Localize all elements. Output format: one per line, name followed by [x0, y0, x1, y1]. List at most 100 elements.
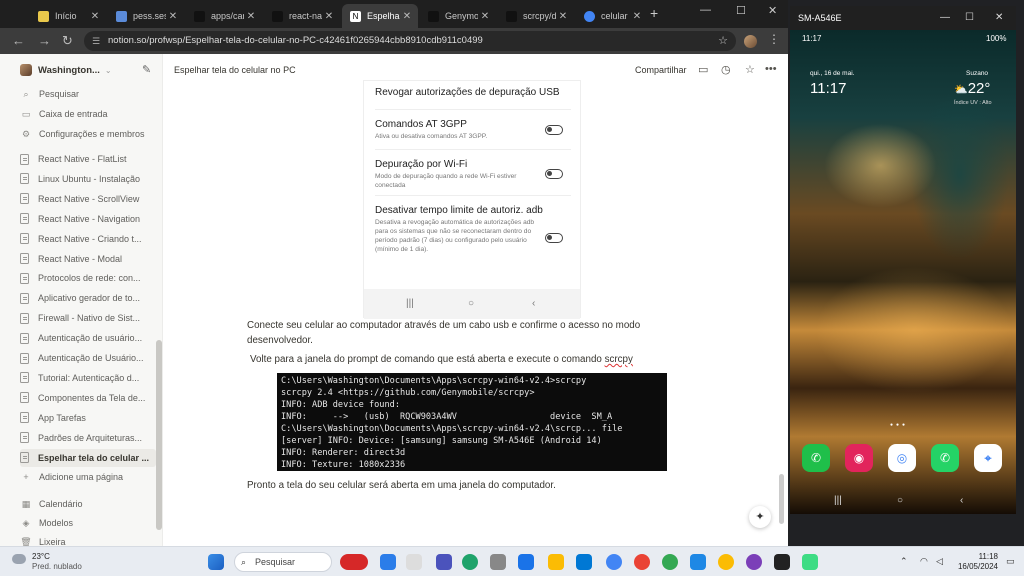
sidebar-page-item[interactable]: Linux Ubuntu - Instalação	[20, 170, 156, 188]
recents-icon[interactable]: |||	[834, 495, 842, 506]
chrome-profile-icon[interactable]	[718, 554, 734, 570]
promo-badge-icon[interactable]	[340, 554, 368, 570]
mail-icon[interactable]	[518, 554, 534, 570]
sidebar-scrollbar[interactable]	[156, 340, 162, 530]
chrome-app-icon[interactable]: ◎	[888, 444, 916, 472]
favorite-star-icon[interactable]: ☆	[745, 63, 755, 76]
back-icon[interactable]: ‹	[960, 495, 963, 506]
phone-lockscreen[interactable]: 11:17 100% qui., 16 de mai. 11:17 Suzano…	[790, 30, 1016, 514]
site-info-icon[interactable]: ☰	[92, 31, 100, 51]
chevron-up-icon[interactable]: ⌃	[900, 556, 908, 567]
whatsapp-app-icon[interactable]: ✆	[931, 444, 959, 472]
sidebar-page-item[interactable]: Aplicativo gerador de to...	[20, 289, 156, 307]
comment-icon[interactable]: ▭	[698, 63, 708, 76]
edge-browser-icon[interactable]	[462, 554, 478, 570]
home-icon[interactable]: ○	[897, 495, 903, 506]
sidebar-page-item[interactable]: React Native - ScrollView	[20, 190, 156, 208]
reload-icon[interactable]: ↻	[62, 33, 73, 49]
chrome-icon[interactable]	[606, 554, 622, 570]
volume-icon[interactable]: ◁	[936, 556, 943, 567]
minimize-button[interactable]: —	[700, 4, 711, 16]
file-explorer-icon[interactable]	[380, 554, 396, 570]
minimize-button[interactable]: —	[940, 6, 950, 30]
add-page-button[interactable]: + Adicione uma página	[20, 468, 156, 486]
bookmark-star-icon[interactable]: ☆	[718, 31, 728, 51]
phone-app-icon[interactable]: ✆	[802, 444, 830, 472]
back-icon[interactable]: ←	[12, 33, 25, 48]
close-window-button[interactable]: ✕	[995, 6, 1003, 30]
android-icon[interactable]	[802, 554, 818, 570]
breadcrumb[interactable]: Espelhar tela do celular no PC	[174, 65, 296, 75]
camera-app-icon[interactable]: ◉	[845, 444, 873, 472]
workspace-switcher[interactable]: Washington... ⌄	[20, 64, 112, 76]
close-icon[interactable]: ✕	[400, 11, 414, 22]
chrome-profile-icon[interactable]	[662, 554, 678, 570]
vscode-icon[interactable]	[690, 554, 706, 570]
settings-icon[interactable]	[490, 554, 506, 570]
sidebar-page-item[interactable]: React Native - Criando t...	[20, 230, 156, 248]
tab-apps[interactable]: apps/can ✕	[186, 4, 262, 28]
maximize-button[interactable]: ☐	[965, 6, 974, 30]
terminal-icon[interactable]	[774, 554, 790, 570]
maps-app-icon[interactable]: ⌖	[974, 444, 1002, 472]
setting-title: Depuração por Wi-Fi	[375, 159, 468, 170]
close-icon[interactable]: ✕	[166, 11, 180, 22]
taskbar-search[interactable]: ⌕ Pesquisar	[234, 552, 332, 572]
sidebar-page-item[interactable]: React Native - FlatList	[20, 150, 156, 168]
sidebar-page-item[interactable]: Firewall - Nativo de Sist...	[20, 309, 156, 327]
tab-react[interactable]: react-nat ✕	[264, 4, 340, 28]
github-desktop-icon[interactable]	[746, 554, 762, 570]
taskbar-clock[interactable]: 11:18 16/05/2024	[952, 552, 998, 572]
tab-pess[interactable]: pess.ses ✕	[108, 4, 184, 28]
close-window-button[interactable]: ✕	[768, 4, 777, 17]
teams-icon[interactable]	[436, 554, 452, 570]
edge-icon[interactable]	[406, 554, 422, 570]
ai-assistant-icon[interactable]: ✦	[749, 506, 771, 528]
chrome-profile-icon[interactable]	[634, 554, 650, 570]
forward-icon[interactable]: →	[38, 33, 51, 48]
page-scrollbar[interactable]	[779, 474, 784, 524]
sidebar-page-item[interactable]: React Native - Navigation	[20, 210, 156, 228]
close-icon[interactable]: ✕	[322, 11, 336, 22]
share-button[interactable]: Compartilhar	[635, 65, 687, 75]
sidebar-page-item[interactable]: Tutorial: Autenticação d...	[20, 369, 156, 387]
sidebar-item-top[interactable]: ⌕ Pesquisar	[20, 85, 156, 103]
sidebar-item-label: Componentes da Tela de...	[38, 392, 146, 403]
store-icon[interactable]	[576, 554, 592, 570]
tab-scrcpy[interactable]: scrcpy/d ✕	[498, 4, 574, 28]
sidebar-page-item[interactable]: Componentes da Tela de...	[20, 389, 156, 407]
sidebar-item-bottom[interactable]: ▦ Calendário	[20, 495, 156, 513]
address-bar[interactable]: ☰ notion.so/profwsp/Espelhar-tela-do-cel…	[84, 31, 736, 51]
tab-celular[interactable]: celular n✕	[576, 4, 648, 28]
close-icon[interactable]: ✕	[478, 11, 492, 22]
sidebar-page-item[interactable]: Autenticação de usuário...	[20, 329, 156, 347]
sidebar-item-top[interactable]: ⚙ Configurações e membros	[20, 125, 156, 143]
sidebar-page-item[interactable]: Autenticação de Usuário...	[20, 349, 156, 367]
sidebar-item-top[interactable]: ▭ Caixa de entrada	[20, 105, 156, 123]
sidebar-page-item[interactable]: Espelhar tela do celular ...	[20, 448, 156, 467]
profile-avatar[interactable]	[744, 35, 757, 48]
history-icon[interactable]: ◷	[721, 63, 731, 76]
more-options-icon[interactable]: •••	[765, 63, 777, 75]
tab-espelhar[interactable]: N Espelhar ✕	[342, 4, 418, 28]
menu-kebab-icon[interactable]: ⋮	[768, 32, 780, 46]
new-page-icon[interactable]: ✎	[142, 63, 151, 76]
close-icon[interactable]: ✕	[244, 11, 258, 22]
maximize-button[interactable]: ☐	[736, 4, 746, 17]
notifications-icon[interactable]: ▭	[1006, 556, 1015, 567]
folder-icon[interactable]	[548, 554, 564, 570]
wifi-icon[interactable]: ◠	[920, 556, 928, 567]
sidebar-item-bottom[interactable]: ◈ Modelos	[20, 514, 156, 532]
sidebar-page-item[interactable]: React Native - Modal	[20, 250, 156, 268]
new-tab-button[interactable]: +	[650, 5, 658, 21]
tab-genymob[interactable]: Genymob✕	[420, 4, 496, 28]
windows-start-icon[interactable]	[208, 554, 224, 570]
sidebar-page-item[interactable]: Protocolos de rede: con...	[20, 269, 156, 287]
sidebar-page-item[interactable]: App Tarefas	[20, 409, 156, 427]
sidebar-page-item[interactable]: Padrões de Arquiteturas...	[20, 429, 156, 447]
close-icon[interactable]: ✕	[630, 11, 644, 22]
close-icon[interactable]: ✕	[88, 11, 102, 22]
sidebar-icon: ▭	[21, 108, 31, 119]
close-icon[interactable]: ✕	[556, 11, 570, 22]
tab-inicio[interactable]: Início ✕	[30, 4, 106, 28]
